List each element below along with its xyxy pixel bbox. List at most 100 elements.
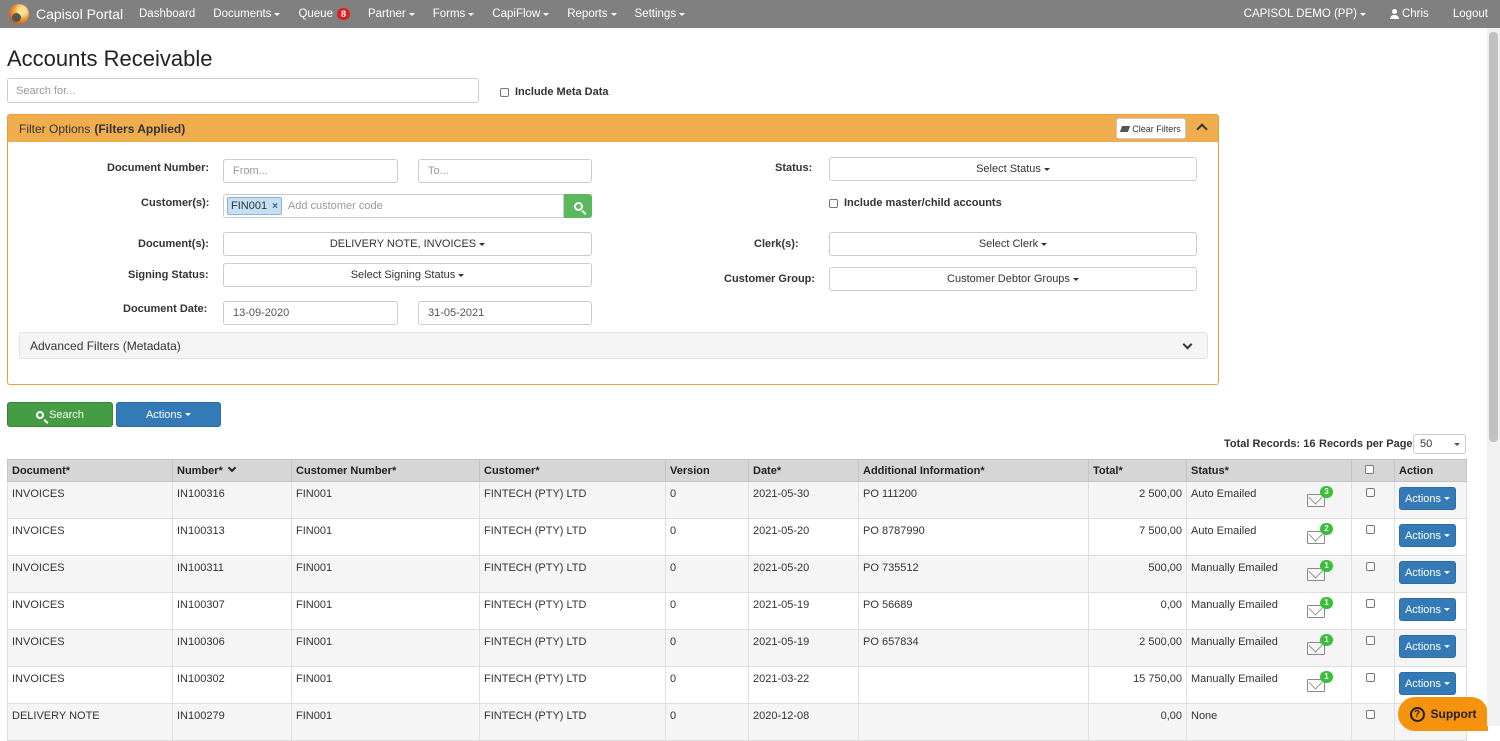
vertical-scrollbar[interactable]	[1487, 28, 1500, 726]
table-row[interactable]: INVOICES IN100313 FIN001 FINTECH (PTY) LTD 0…	[7, 518, 1467, 556]
row-checkbox[interactable]	[1366, 562, 1375, 571]
cell-date: 2021-03-22	[748, 666, 859, 704]
caret-down-icon	[1043, 167, 1050, 171]
nav-item-settings[interactable]: Settings	[626, 8, 695, 20]
column-header[interactable]: Document*	[7, 459, 173, 482]
cell-version: 0	[665, 481, 749, 519]
customer-group-select[interactable]: Customer Debtor Groups	[829, 267, 1197, 291]
brand[interactable]: Capisol Portal	[0, 4, 130, 24]
column-header-label: Date*	[753, 464, 782, 477]
row-checkbox[interactable]	[1366, 673, 1375, 682]
caret-down-icon	[1359, 12, 1366, 16]
clerk-select[interactable]: Select Clerk	[829, 232, 1197, 256]
table-row[interactable]: INVOICES IN100302 FIN001 FINTECH (PTY) LTD 0…	[7, 666, 1467, 704]
clear-filters-button[interactable]: Clear Filters	[1116, 118, 1186, 139]
caret-down-icon	[1041, 242, 1048, 246]
cell-document: DELIVERY NOTE	[7, 703, 173, 741]
column-header[interactable]: Additional Information*	[858, 459, 1089, 482]
table-row[interactable]: INVOICES IN100316 FIN001 FINTECH (PTY) LTD 0…	[7, 481, 1467, 519]
scrollbar-thumb[interactable]	[1489, 32, 1498, 442]
nav-item-partner[interactable]: Partner	[359, 8, 424, 20]
nav-item-queue[interactable]: Queue 8	[289, 8, 359, 20]
advanced-filters-label: Advanced Filters (Metadata)	[30, 338, 181, 353]
cell-value: Manually Emailed	[1191, 673, 1278, 685]
column-header[interactable]: Version	[665, 459, 749, 482]
bulk-actions-button[interactable]: Actions	[116, 402, 221, 427]
clerks-label: Clerk(s):	[754, 238, 799, 250]
row-actions-button[interactable]: Actions	[1399, 561, 1456, 584]
checkbox-icon[interactable]	[829, 198, 838, 208]
customer-tags-input[interactable]: FIN001 × Add customer code	[223, 194, 564, 218]
column-header[interactable]: Customer Number*	[291, 459, 480, 482]
customer-search-button[interactable]	[564, 194, 592, 218]
records-per-page-select[interactable]: 50	[1413, 434, 1466, 454]
row-actions-label: Actions	[1404, 492, 1442, 505]
row-checkbox[interactable]	[1366, 599, 1375, 608]
cell-value: INVOICES	[12, 525, 65, 537]
column-header[interactable]: Status*	[1186, 459, 1352, 482]
search-button[interactable]: Search	[7, 402, 113, 427]
table-row[interactable]: INVOICES IN100306 FIN001 FINTECH (PTY) LTD 0…	[7, 629, 1467, 667]
collapse-chevron-up-icon[interactable]	[1196, 123, 1208, 135]
nav-item-documents[interactable]: Documents	[204, 8, 289, 20]
user-menu[interactable]: Chris	[1378, 8, 1441, 20]
nav-right: CAPISOL DEMO (PP) Chris Logout	[1232, 0, 1500, 28]
column-header[interactable]: Number*	[172, 459, 292, 482]
nav-item-reports[interactable]: Reports	[558, 8, 625, 20]
table-row[interactable]: INVOICES IN100311 FIN001 FINTECH (PTY) LTD 0…	[7, 555, 1467, 593]
column-header[interactable]: Date*	[748, 459, 859, 482]
search-input[interactable]	[7, 78, 479, 103]
document-date-from-input[interactable]: 13-09-2020	[223, 301, 398, 325]
column-header-label: Customer*	[484, 464, 540, 477]
cell-version: 0	[665, 629, 749, 667]
column-header[interactable]	[1351, 459, 1395, 482]
row-actions-label: Actions	[1404, 640, 1442, 653]
table-row[interactable]: DELIVERY NOTE IN100279 FIN001 FINTECH (PTY)…	[7, 703, 1467, 741]
caret-down-icon	[274, 12, 281, 16]
row-checkbox[interactable]	[1366, 488, 1375, 497]
document-date-to-input[interactable]: 31-05-2021	[418, 301, 592, 325]
column-header[interactable]: Action	[1394, 459, 1467, 482]
status-label: Status:	[775, 162, 813, 174]
column-header[interactable]: Customer*	[479, 459, 666, 482]
cell-total: 500,00	[1088, 555, 1187, 593]
row-checkbox[interactable]	[1366, 710, 1375, 719]
cell-value: 2021-03-22	[753, 673, 810, 685]
advanced-filters-toggle[interactable]: Advanced Filters (Metadata)	[19, 332, 1208, 359]
email-count-badge: 1	[1320, 634, 1333, 646]
cell-customer: FINTECH (PTY) LTD	[479, 666, 666, 704]
logout-link[interactable]: Logout	[1441, 8, 1500, 20]
nav-item-dashboard[interactable]: Dashboard	[130, 8, 204, 20]
row-checkbox[interactable]	[1366, 525, 1375, 534]
search-button-label: Search	[49, 408, 84, 421]
cell-value: 2021-05-30	[753, 488, 810, 500]
document-number-to-input[interactable]: To...	[418, 159, 592, 183]
remove-tag-icon[interactable]: ×	[272, 201, 278, 212]
documents-select[interactable]: DELIVERY NOTE, INVOICES	[223, 232, 592, 256]
cell-info: PO 56689	[858, 592, 1089, 630]
filter-panel-header[interactable]: Filter Options (Filters Applied) Clear F…	[8, 115, 1218, 142]
company-dropdown[interactable]: CAPISOL DEMO (PP)	[1232, 8, 1378, 20]
caret-down-icon	[468, 12, 475, 16]
checkbox-icon[interactable]	[500, 87, 509, 97]
master-child-checkbox[interactable]: Include master/child accounts	[829, 197, 1002, 209]
row-checkbox[interactable]	[1366, 636, 1375, 645]
column-header[interactable]: Total*	[1088, 459, 1187, 482]
row-actions-button[interactable]: Actions	[1399, 487, 1456, 510]
row-actions-button[interactable]: Actions	[1399, 672, 1456, 695]
row-actions-button[interactable]: Actions	[1399, 635, 1456, 658]
nav-item-forms[interactable]: Forms	[424, 8, 484, 20]
cell-document: INVOICES	[7, 481, 173, 519]
table-row[interactable]: INVOICES IN100307 FIN001 FINTECH (PTY) LTD 0…	[7, 592, 1467, 630]
row-actions-button[interactable]: Actions	[1399, 598, 1456, 621]
select-all-checkbox[interactable]	[1365, 464, 1374, 474]
nav-item-capiflow[interactable]: CapiFlow	[483, 8, 558, 20]
cell-total: 15 750,00	[1088, 666, 1187, 704]
cell-value: FINTECH (PTY) LTD	[484, 673, 587, 685]
cell-action: Actions	[1394, 518, 1467, 556]
include-meta-checkbox[interactable]: Include Meta Data	[500, 86, 609, 98]
status-select[interactable]: Select Status	[829, 157, 1197, 181]
row-actions-button[interactable]: Actions	[1399, 524, 1456, 547]
signing-status-select[interactable]: Select Signing Status	[223, 263, 592, 287]
document-number-from-input[interactable]: From...	[223, 159, 398, 183]
